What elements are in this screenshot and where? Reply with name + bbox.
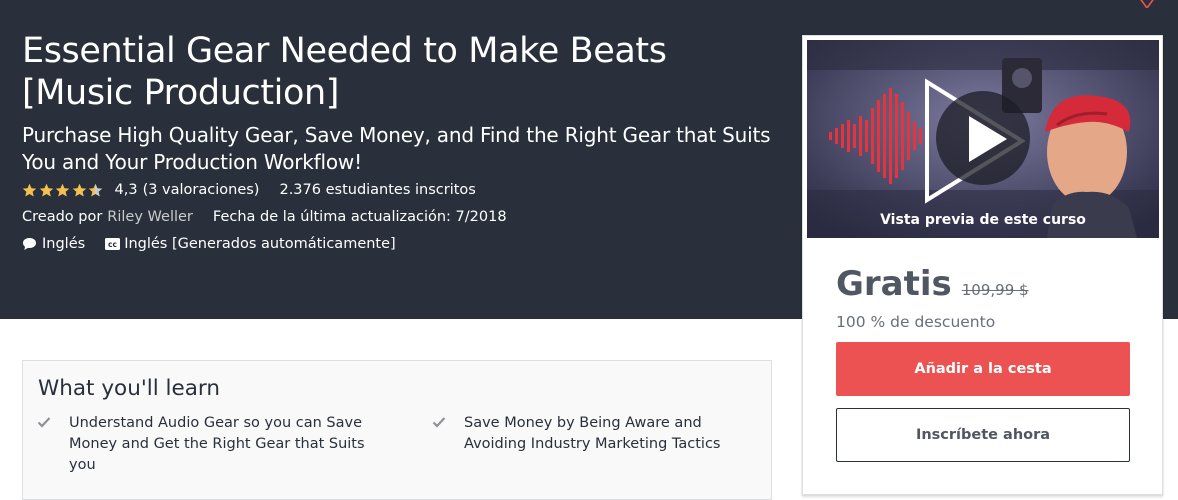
check-icon [432,417,446,428]
star-icon [39,183,53,196]
star-icon [72,183,86,196]
star-icon [55,183,70,196]
original-price: 109,99 $ [961,281,1029,299]
what-you-will-learn: What you'll learn Understand Audio Gear … [22,360,772,500]
student-count: 2.376 estudiantes inscritos [279,182,476,198]
course-preview[interactable]: Vista previa de este curso [807,40,1159,238]
preview-image [807,40,1159,238]
course-captions: Inglés [Generados automáticamente] [124,236,396,252]
svg-text:cc: cc [108,240,117,249]
star-icon [88,183,103,196]
learn-item-text: Understand Audio Gear so you can Save Mo… [69,415,365,473]
heart-icon[interactable] [1138,0,1156,8]
language-row: Inglés cc Inglés [Generados automáticame… [22,235,396,253]
speech-bubble-icon [23,238,36,250]
discount-label: 100 % de descuento [836,313,996,331]
created-row: Creado por Riley Weller Fecha de la últi… [22,208,507,226]
learn-title: What you'll learn [38,376,220,401]
learn-item: Understand Audio Gear so you can Save Mo… [37,413,369,476]
star-icon [22,183,37,196]
course-subtitle: Purchase High Quality Gear, Save Money, … [22,123,771,174]
star-rating [22,183,105,198]
preview-caption: Vista previa de este curso [880,212,1086,228]
rating-row: 4,3 (3 valoraciones) 2.376 estudiantes i… [22,181,476,199]
created-by-label: Creado por [22,209,103,225]
author-link[interactable]: Riley Weller [107,208,193,226]
current-price: Gratis [836,264,952,304]
last-updated: Fecha de la última actualización: 7/2018 [212,209,507,225]
check-icon [37,417,51,428]
closed-captions-icon: cc [105,238,121,250]
course-title: Essential Gear Needed to Make Beats [Mus… [22,31,667,113]
learn-item: Save Money by Being Aware and Avoiding I… [432,413,764,455]
rating-count[interactable]: (3 valoraciones) [143,181,260,199]
price-row: Gratis 109,99 $ [836,264,1029,304]
purchase-sidebar: Vista previa de este curso Gratis 109,99… [802,35,1163,495]
rating-value: 4,3 [114,182,138,198]
learn-item-text: Save Money by Being Aware and Avoiding I… [464,415,721,452]
add-to-cart-button[interactable]: Añadir a la cesta [836,342,1130,396]
course-language: Inglés [42,236,86,252]
enroll-now-button[interactable]: Inscríbete ahora [836,408,1130,462]
